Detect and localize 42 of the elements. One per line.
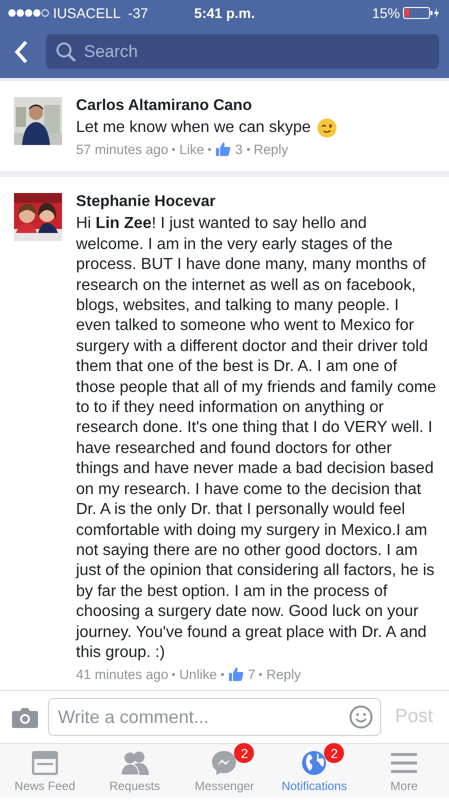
search-icon [56,42,76,62]
like-count: 7 [248,666,256,682]
like-link[interactable]: Unlike [179,666,217,682]
reply-link[interactable]: Reply [254,142,288,157]
friends-icon [120,751,150,775]
timestamp: 57 minutes ago [76,142,168,157]
separator-dot-icon [208,148,212,151]
news-feed-icon [32,751,58,775]
tab-bar-item[interactable]: 2 Messenger [180,744,270,798]
separator-dot-icon [172,148,176,151]
author-name[interactable]: Carlos Altamirano Cano [76,97,437,115]
reply-link[interactable]: Reply [266,666,301,682]
separator-dot-icon [259,672,262,676]
tab-bar-item[interactable]: 2 Notifications [269,744,360,798]
tab-bar-item[interactable]: More [359,744,449,798]
thumbs-up-icon [228,666,244,682]
search-field[interactable]: Search [46,34,439,69]
battery-percentage: 15% [372,4,400,20]
smiley-icon[interactable] [348,705,373,729]
notification-badge: 2 [234,743,254,763]
battery-icon [403,6,442,18]
comment-text: Hi Lin Zee! I just wanted to say hello and welcome. I am in the very early stages of the process. BUT I have done many, many months of research on the internet as well as on facebook, blogs, websites, and talking to many people. I even talked to someone who went to Mexico for surgery with a different doctor and their driver told them that one of the best is Dr. A. I am one of those people that all of my friends and family come to to if they need information on anything or research done. It's one thing that I do VERY well. I have researched and found doctors for other things and have never made a bad decision based on my research. I have come to the decision that Dr. A is the only Dr. that I personally would feel comfortable with doing my surgery in Mexico.I am not saying there are no other good doctors. I am just of the opinion that considering all factors, he is by far the best option. I am in the process of choosing a surgery date now. Good luck on your journey. You've found a great place with Dr. A and this group. :) [76,215,436,661]
notification-badge: 2 [324,743,344,763]
author-name[interactable]: Stephanie Hocevar [76,193,437,212]
timestamp: 41 minutes ago [76,666,168,682]
like-link[interactable]: Like [179,142,204,157]
menu-icon [391,752,418,774]
tab-bar-item[interactable]: News Feed [0,744,90,798]
thumbs-up-icon [215,141,232,158]
comment-text: Let me know when we can skype [76,118,311,138]
like-count: 3 [235,142,243,157]
back-icon[interactable] [14,40,28,64]
separator-dot-icon [172,672,176,676]
globe-icon [301,750,328,776]
carrier-name: IUSACELL -37 [53,4,148,20]
clock-time: 5:41 p.m. [194,4,255,20]
tab-bar-item[interactable]: Requests [90,744,180,798]
messenger-icon [211,750,238,776]
separator-dot-icon [220,672,224,676]
camera-icon[interactable] [12,706,38,728]
signal-icon [8,8,50,16]
separator-dot-icon [246,148,250,151]
